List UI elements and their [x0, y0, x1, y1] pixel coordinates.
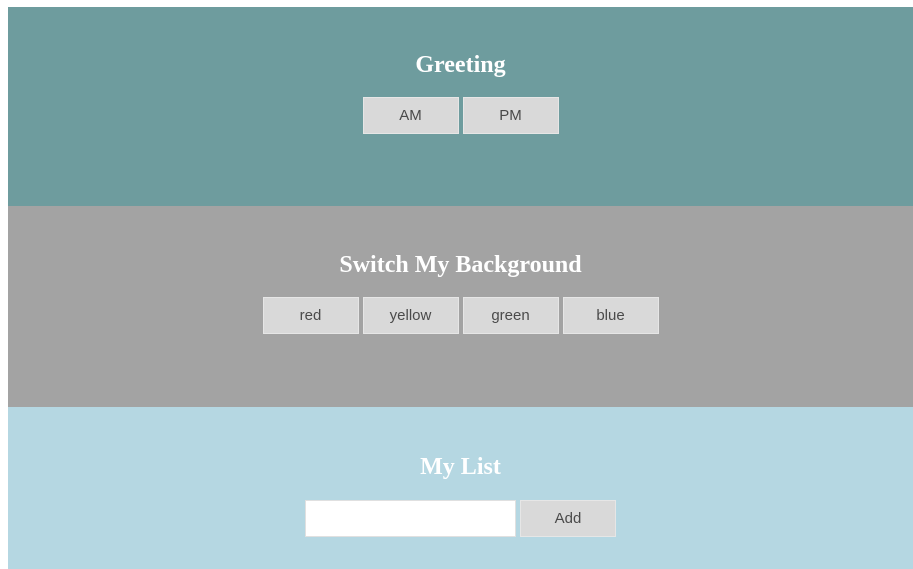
list-item-input[interactable]: [305, 500, 516, 537]
blue-button[interactable]: blue: [562, 297, 659, 334]
greeting-title: Greeting: [415, 52, 506, 78]
greeting-button-row: AM PM: [8, 97, 913, 134]
my-list-title: My List: [420, 454, 501, 480]
yellow-button[interactable]: yellow: [362, 297, 459, 334]
greeting-section: Greeting AM PM: [8, 7, 913, 206]
pm-button[interactable]: PM: [462, 97, 559, 134]
red-button[interactable]: red: [262, 297, 359, 334]
list-input-row: Add: [8, 500, 913, 537]
color-button-row: red yellow green blue: [8, 297, 913, 334]
switch-background-section: Switch My Background red yellow green bl…: [8, 206, 913, 407]
green-button[interactable]: green: [462, 297, 559, 334]
add-button[interactable]: Add: [520, 500, 616, 537]
page: Greeting AM PM Switch My Background red …: [8, 7, 913, 569]
switch-background-title: Switch My Background: [339, 252, 582, 278]
am-button[interactable]: AM: [362, 97, 459, 134]
my-list-section: My List Add: [8, 407, 913, 569]
